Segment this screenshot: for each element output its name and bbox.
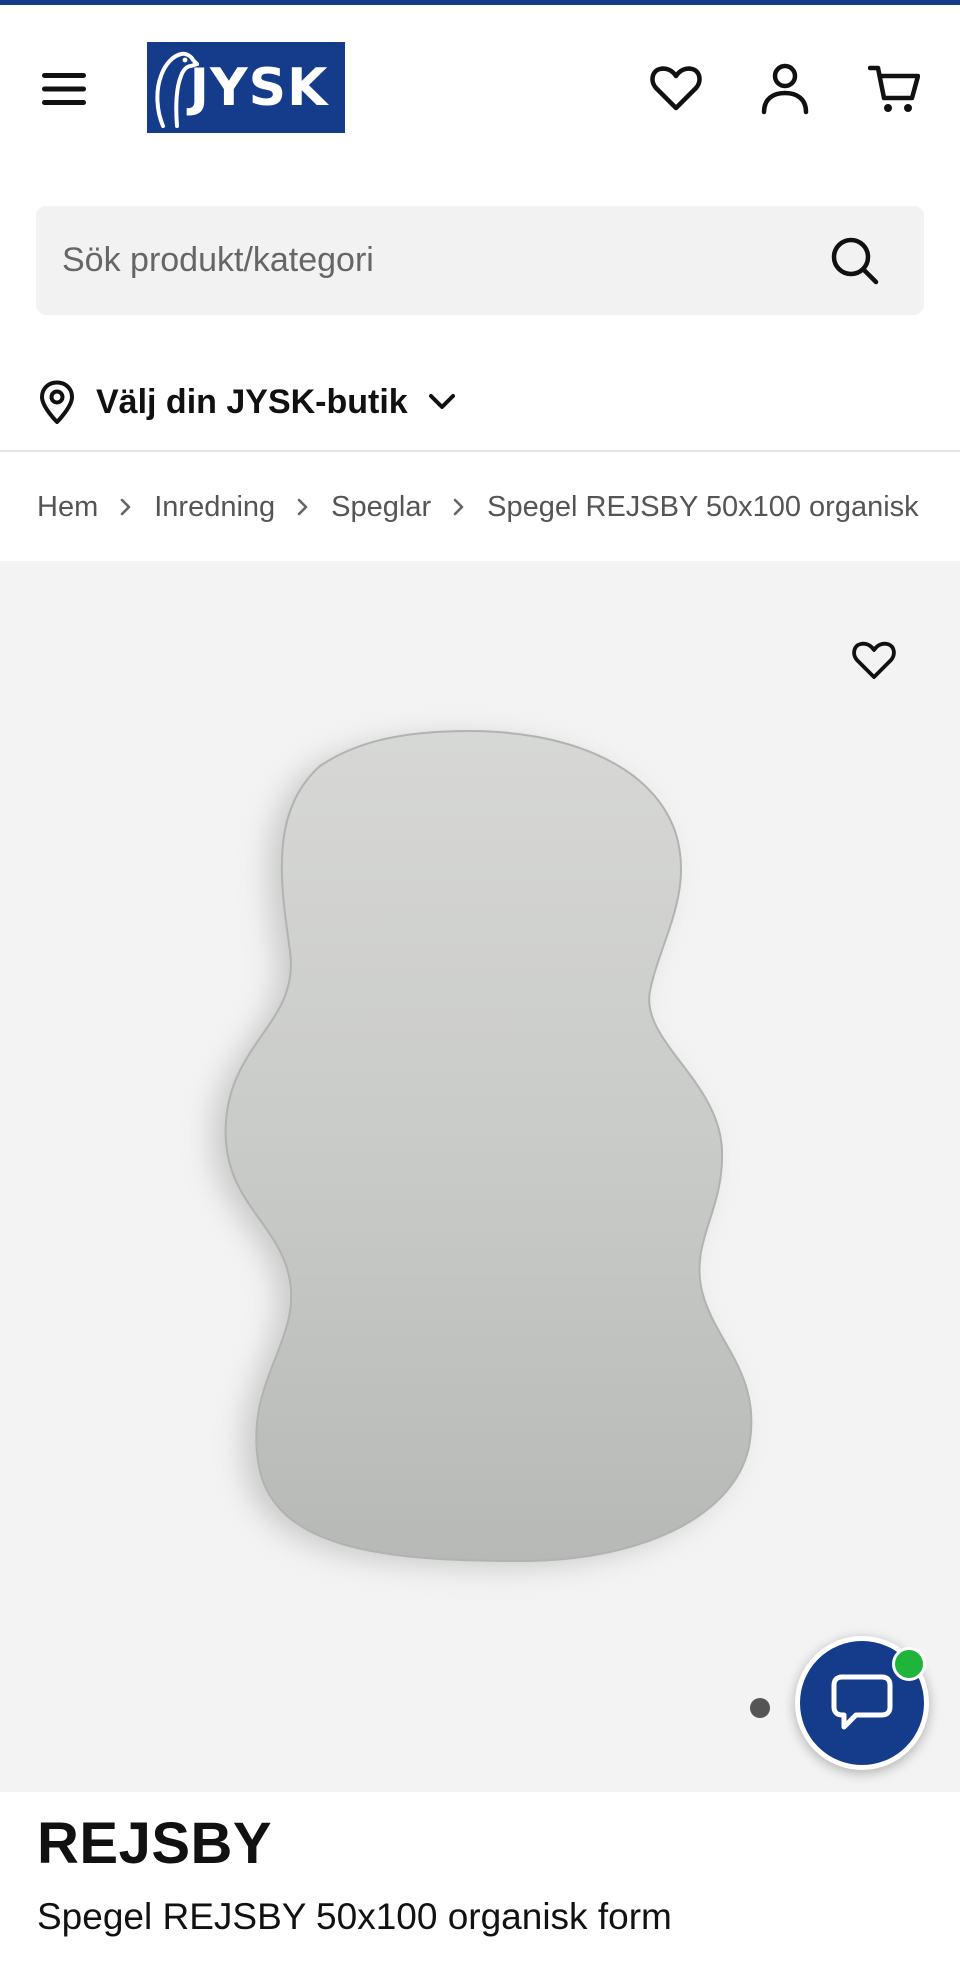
heart-icon [650, 66, 702, 111]
online-status-indicator [892, 1647, 926, 1681]
chat-button[interactable] [795, 1636, 929, 1770]
bird-logo-icon [155, 51, 199, 128]
account-button[interactable] [755, 59, 815, 119]
search-icon [831, 237, 879, 285]
store-selector-label: Välj din JYSK-butik [96, 382, 408, 421]
breadcrumb-item-speglar[interactable]: Speglar [331, 491, 431, 524]
add-to-wishlist-button[interactable] [846, 633, 902, 689]
cart-button[interactable] [864, 59, 924, 119]
product-image [211, 729, 753, 1567]
search-bar [36, 206, 924, 315]
gallery-pagination-dot[interactable] [750, 1698, 770, 1718]
breadcrumb-current: Spegel REJSBY 50x100 organisk [487, 490, 919, 523]
chat-bubble-icon [831, 1674, 893, 1730]
product-image-gallery[interactable] [0, 561, 960, 1792]
search-button[interactable] [828, 234, 882, 288]
chevron-right-icon [297, 498, 309, 516]
header-divider [0, 450, 960, 452]
breadcrumb-item-inredning[interactable]: Inredning [154, 491, 275, 524]
chevron-right-icon [120, 498, 132, 516]
menu-icon [42, 73, 86, 105]
breadcrumb: Hem Inredning Speglar Spegel REJSBY 50x1… [37, 482, 923, 532]
jysk-logo[interactable]: JYSK [147, 42, 345, 133]
logo-text: JYSK [189, 57, 329, 118]
product-name: Spegel REJSBY 50x100 organisk form [37, 1896, 672, 1937]
site-header: JYSK [0, 5, 960, 175]
search-input[interactable] [62, 206, 822, 315]
product-brand: REJSBY [37, 1811, 273, 1876]
chevron-down-icon [428, 393, 456, 411]
user-icon [761, 63, 809, 115]
store-selector[interactable]: Välj din JYSK-butik [38, 374, 456, 430]
menu-button[interactable] [38, 63, 90, 115]
wishlist-button[interactable] [646, 59, 706, 119]
breadcrumb-item-hem[interactable]: Hem [37, 491, 98, 524]
location-pin-icon [40, 380, 74, 424]
heart-icon [852, 641, 896, 679]
chevron-right-icon [453, 498, 465, 516]
cart-icon [868, 65, 920, 112]
